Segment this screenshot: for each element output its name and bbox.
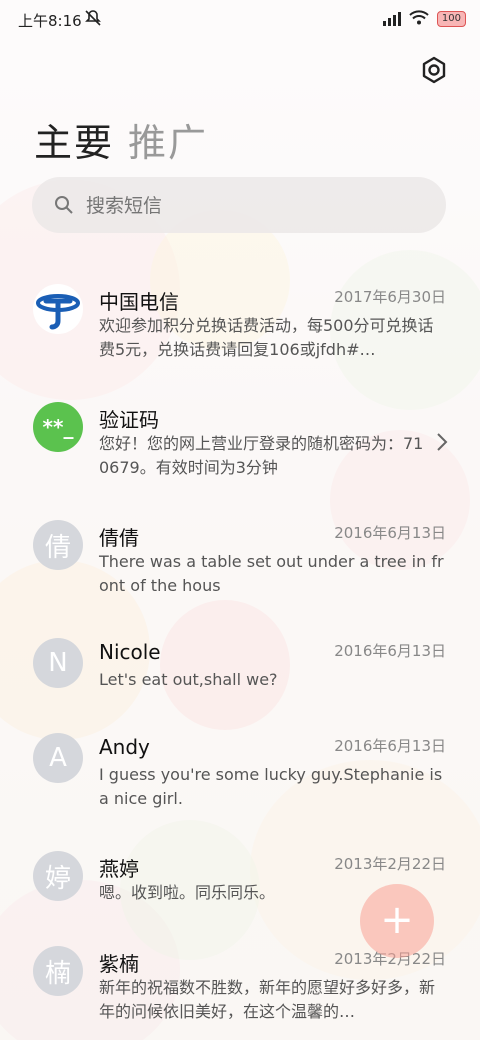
avatar: A	[33, 733, 83, 783]
wifi-icon	[409, 10, 429, 28]
conversation-item[interactable]: N Nicole 2016年6月13日 Let's eat out,shall …	[0, 624, 480, 704]
conversation-preview: Let's eat out,shall we?	[99, 670, 278, 689]
conversation-date: 2017年6月30日	[334, 288, 446, 306]
conversation-preview: I guess you're some lucky guy.Stephanie …	[99, 765, 443, 808]
mute-icon	[84, 9, 102, 31]
conversation-date: 2016年6月13日	[334, 524, 446, 542]
conversation-preview: There was a table set out under a tree i…	[99, 552, 444, 595]
status-time: 上午8:16	[18, 12, 82, 30]
conversation-preview: 新年的祝福数不胜数，新年的愿望好多好多，新年的问候依旧美好，在这个温馨的…	[99, 978, 436, 1021]
compose-button[interactable]: +	[360, 884, 434, 958]
tab-promo[interactable]: 推广	[128, 112, 208, 167]
category-tabs: 主要 推广	[34, 112, 208, 167]
chevron-right-icon[interactable]	[436, 432, 448, 458]
avatar: 倩	[33, 520, 83, 570]
conversation-name: Nicole	[99, 640, 161, 664]
tab-main[interactable]: 主要	[34, 112, 114, 167]
search-bar[interactable]	[32, 177, 446, 235]
avatar: N	[33, 638, 83, 688]
conversation-name: 中国电信	[99, 290, 179, 314]
avatar: 楠	[33, 946, 83, 996]
signal-icon	[382, 12, 401, 26]
conversation-preview: 您好！您的网上营业厅登录的随机密码为：710679。有效时间为3分钟	[99, 434, 424, 477]
conversation-date: 2013年2月22日	[334, 855, 446, 873]
status-bar: 上午8:16 100	[0, 0, 480, 40]
conversation-date: 2016年6月13日	[334, 642, 446, 660]
conversation-item[interactable]: 中国电信 2017年6月30日 欢迎参加积分兑换话费活动，每500分可兑换话费5…	[0, 270, 480, 380]
avatar-verification-code: **_	[33, 402, 83, 452]
conversation-item[interactable]: A Andy 2016年6月13日 I guess you're some lu…	[0, 719, 480, 819]
conversation-name: 燕婷	[99, 857, 139, 881]
conversation-date: 2016年6月13日	[334, 737, 446, 755]
conversation-name: Andy	[99, 735, 150, 759]
conversation-name: 倩倩	[99, 526, 139, 550]
conversation-item[interactable]: **_ 验证码 您好！您的网上营业厅登录的随机密码为：710679。有效时间为3…	[0, 388, 480, 488]
conversation-name: 验证码	[99, 408, 159, 432]
battery-icon: 100	[436, 11, 466, 27]
avatar-china-telecom-logo-icon	[33, 284, 83, 334]
conversation-item[interactable]: 倩 倩倩 2016年6月13日 There was a table set ou…	[0, 506, 480, 606]
avatar: 婷	[33, 851, 83, 901]
search-icon	[54, 195, 74, 215]
conversation-name: 紫楠	[99, 952, 139, 976]
search-input[interactable]	[84, 177, 428, 235]
settings-gear-icon[interactable]	[420, 56, 448, 84]
conversation-preview: 欢迎参加积分兑换话费活动，每500分可兑换话费5元，兑换话费请回复106或jfd…	[99, 316, 434, 359]
